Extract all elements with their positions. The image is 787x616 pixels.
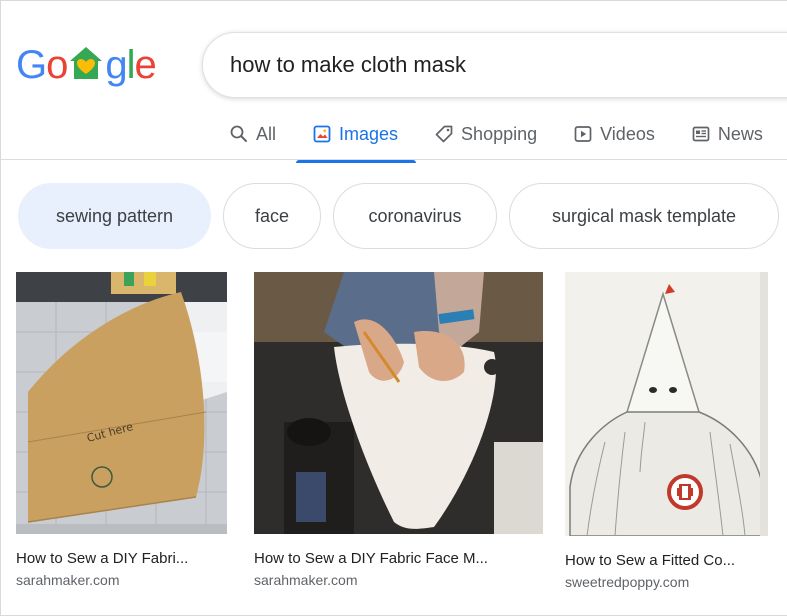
chip-coronavirus[interactable]: coronavirus	[333, 183, 497, 249]
image-result[interactable]: How to Sew a DIY Fabric Face M... sarahm…	[254, 272, 543, 588]
tab-images[interactable]: Images	[296, 114, 417, 163]
chip-sewing-pattern[interactable]: sewing pattern	[18, 183, 211, 249]
chip-label: coronavirus	[368, 205, 462, 226]
tab-news[interactable]: News	[691, 114, 763, 154]
house-heart-icon	[70, 47, 103, 79]
image-icon	[313, 125, 331, 143]
chip-face[interactable]: face	[223, 183, 321, 249]
related-chips: sewing pattern face coronavirus surgical…	[18, 183, 787, 249]
result-title[interactable]: How to Sew a DIY Fabri...	[16, 550, 227, 567]
image-result[interactable]: Cut here How to Sew a DIY Fabri... sarah…	[16, 272, 227, 588]
result-source[interactable]: sarahmaker.com	[254, 572, 543, 588]
result-thumbnail[interactable]	[565, 272, 768, 536]
result-source[interactable]: sarahmaker.com	[16, 572, 227, 588]
result-title[interactable]: How to Sew a Fitted Co...	[565, 552, 768, 569]
tab-all[interactable]: All	[229, 114, 276, 154]
news-icon	[692, 126, 710, 142]
result-title[interactable]: How to Sew a DIY Fabric Face M...	[254, 550, 543, 567]
play-icon	[574, 126, 592, 142]
search-input[interactable]	[230, 52, 750, 78]
tabs-divider	[0, 159, 787, 160]
tab-label: News	[717, 123, 763, 144]
result-thumbnail[interactable]: Cut here	[16, 272, 227, 534]
tab-shopping[interactable]: Shopping	[434, 114, 537, 154]
chip-label: sewing pattern	[55, 205, 174, 226]
tab-label: Images	[339, 123, 399, 144]
tab-videos[interactable]: Videos	[573, 114, 655, 154]
result-source[interactable]: sweetredpoppy.com	[565, 574, 768, 590]
tag-icon	[435, 125, 453, 143]
tab-label: Videos	[600, 123, 655, 144]
search-icon	[230, 125, 247, 142]
tab-label: Shopping	[461, 123, 538, 144]
chip-label: face	[254, 205, 290, 226]
chip-label: surgical mask template	[551, 205, 737, 226]
search-box[interactable]	[202, 32, 787, 98]
tab-label: All	[256, 123, 277, 144]
image-result[interactable]: How to Sew a Fitted Co... sweetredpoppy.…	[565, 272, 768, 590]
chip-surgical-mask-template[interactable]: surgical mask template	[509, 183, 779, 249]
google-logo[interactable]: Go gle	[16, 40, 157, 90]
search-tabs: All Images Shopping Videos News	[229, 110, 763, 163]
result-thumbnail[interactable]	[254, 272, 543, 534]
